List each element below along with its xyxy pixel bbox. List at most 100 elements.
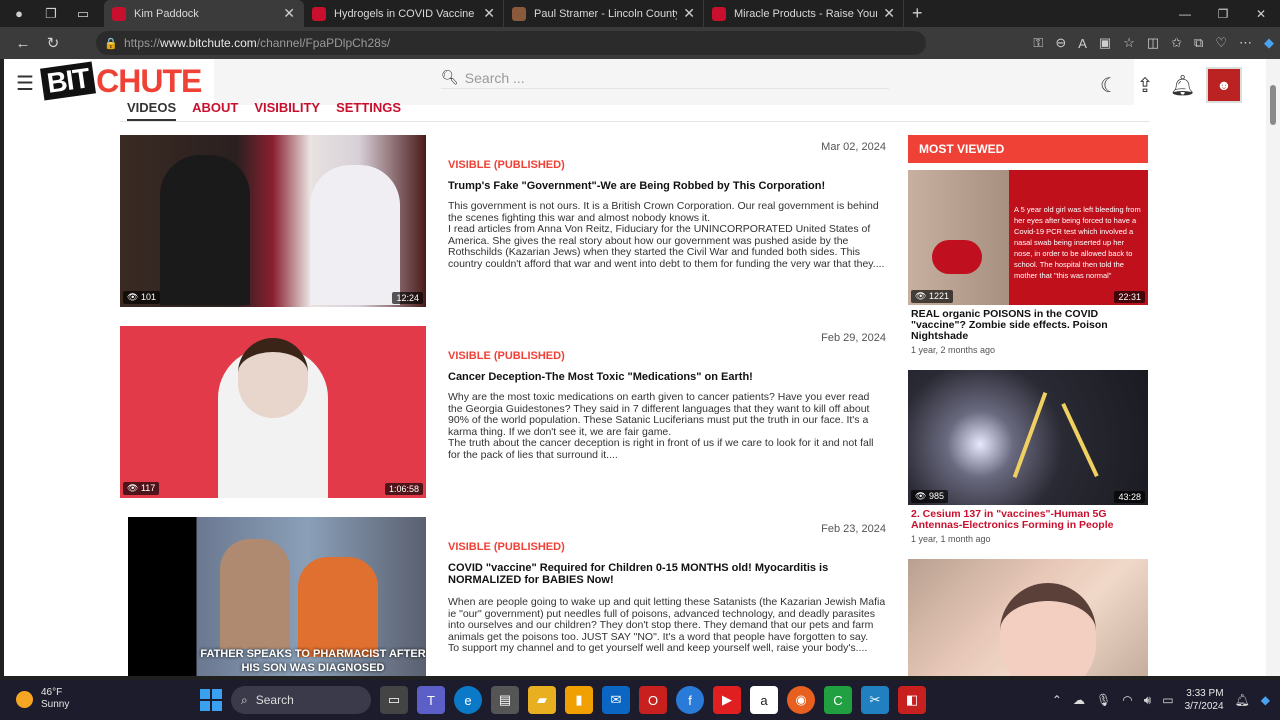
browser-toolbar: ⚿ ⊖ A ▣ ☆ ◫ ✩ ⧉ ♡ ⋯ ◆ <box>1033 27 1274 59</box>
sidebar-thumbnail[interactable]: A 5 year old girl was left bleeding from… <box>908 170 1148 305</box>
menu-icon[interactable]: ☰ <box>16 71 34 96</box>
tab-actions-icon[interactable]: ▭ <box>74 5 92 23</box>
key-icon[interactable]: ⚿ <box>1033 35 1043 51</box>
sidebar-video-title[interactable]: 2. Cesium 137 in "vaccines"-Human 5G Ant… <box>908 509 1148 531</box>
taskbar-search[interactable]: ⌕ Search <box>231 686 371 714</box>
taskbar-search-label: Search <box>255 693 294 707</box>
video-date: Feb 29, 2024 <box>821 332 886 344</box>
camtasia-icon[interactable]: C <box>824 686 852 714</box>
visibility-status[interactable]: VISIBLE (PUBLISHED) <box>448 350 565 362</box>
video-thumbnail[interactable]: 👁 101 12:24 <box>120 135 426 307</box>
microphone-icon[interactable]: 🎙︎ <box>1096 693 1111 707</box>
search-icon[interactable]: 🔍︎ <box>441 69 459 86</box>
site-favicon-icon <box>712 6 726 21</box>
workspaces-icon[interactable]: ❐ <box>42 5 60 23</box>
browser-tab-1[interactable]: Hydrogels in COVID Vaccine as P ✕ <box>304 0 504 27</box>
video-thumbnail[interactable]: 👁 117 1:06:58 <box>120 326 426 498</box>
app-available-icon[interactable]: ▣ <box>1099 35 1111 51</box>
edge-icon[interactable]: e <box>454 686 482 714</box>
tab-settings[interactable]: SETTINGS <box>336 100 401 121</box>
lock-icon[interactable]: 🔒 <box>104 37 118 50</box>
close-tab-icon[interactable]: ✕ <box>883 5 895 22</box>
split-screen-icon[interactable]: ◫ <box>1147 35 1159 51</box>
zoom-icon[interactable]: ⊖ <box>1055 35 1066 51</box>
firefox-icon[interactable]: ◉ <box>787 686 815 714</box>
browser-tab-2[interactable]: Paul Stramer - Lincoln County W ✕ <box>504 0 704 27</box>
tab-videos[interactable]: VIDEOS <box>127 100 177 121</box>
notifications-bell-icon[interactable]: 🔔︎ <box>1170 73 1195 98</box>
video-thumbnail[interactable]: FATHER SPEAKS TO PHARMACIST AFTER HIS SO… <box>128 517 426 676</box>
system-tray: ⌃ ☁ 🎙︎ ◠ 🔊︎ ▭ 3:33 PM 3/7/2024 🔔︎ ◆ <box>1052 680 1270 720</box>
weather-temp: 46°F <box>41 687 63 698</box>
video-title[interactable]: Trump's Fake "Government"-We are Being R… <box>448 180 886 192</box>
dark-mode-moon-icon[interactable]: ☾ <box>1098 73 1120 98</box>
minimize-icon[interactable]: — <box>1166 0 1204 27</box>
thumb-figure <box>298 557 378 657</box>
facebook-icon[interactable]: f <box>676 686 704 714</box>
weather-widget[interactable]: 46°F Sunny <box>16 687 69 711</box>
start-windows-icon[interactable] <box>200 689 222 711</box>
teams-icon[interactable]: T <box>417 686 445 714</box>
header-actions: ☾ ⇪ 🔔︎ ☻ <box>1098 67 1242 103</box>
close-tab-icon[interactable]: ✕ <box>683 5 695 22</box>
close-tab-icon[interactable]: ✕ <box>283 5 295 22</box>
store-icon[interactable]: ▤ <box>491 686 519 714</box>
close-tab-icon[interactable]: ✕ <box>483 5 495 22</box>
file-explorer-icon[interactable]: ▰ <box>528 686 556 714</box>
favorite-star-icon[interactable]: ☆ <box>1123 35 1135 51</box>
tab-visibility[interactable]: VISIBILITY <box>254 100 320 121</box>
upload-icon[interactable]: ⇪ <box>1134 73 1156 98</box>
visibility-status[interactable]: VISIBLE (PUBLISHED) <box>448 159 565 171</box>
read-aloud-icon[interactable]: A <box>1078 36 1087 51</box>
video-title[interactable]: COVID "vaccine" Required for Children 0-… <box>448 562 886 586</box>
scrollbar-thumb[interactable] <box>1270 85 1276 125</box>
tab-about[interactable]: ABOUT <box>192 100 238 121</box>
sidebar-thumbnail[interactable]: 👁 985 43:28 <box>908 370 1148 505</box>
sidebar-video-title[interactable]: REAL organic POISONS in the COVID "vacci… <box>908 309 1148 342</box>
sidebar-video-card[interactable]: 👁 985 43:28 2. Cesium 137 in "vaccines"-… <box>908 370 1148 544</box>
copilot-icon[interactable]: ◆ <box>1264 35 1274 51</box>
browser-tab-3[interactable]: Miracle Products - Raise Your Bo ✕ <box>704 0 904 27</box>
wifi-icon[interactable]: ◠ <box>1122 693 1132 707</box>
browser-tab-0[interactable]: Kim Paddock ✕ <box>104 0 304 27</box>
url-field[interactable]: 🔒 https://www.bitchute.com/channel/FpaPD… <box>96 31 926 55</box>
search-input[interactable] <box>464 69 865 86</box>
avatar[interactable]: ☻ <box>1206 67 1242 103</box>
snipping-tool-icon[interactable]: ✂ <box>861 686 889 714</box>
favorites-icon[interactable]: ✩ <box>1171 35 1182 51</box>
volume-icon[interactable]: 🔊︎ <box>1144 693 1152 708</box>
collections-icon[interactable]: ⧉ <box>1194 35 1203 51</box>
close-window-icon[interactable]: ✕ <box>1242 0 1280 27</box>
new-tab-icon[interactable]: + <box>912 3 923 24</box>
battery-icon[interactable]: ▭ <box>1162 693 1173 707</box>
youtube-icon[interactable]: ▶ <box>713 686 741 714</box>
sidebar-thumbnail[interactable] <box>908 559 1148 676</box>
restore-icon[interactable]: ❐ <box>1204 0 1242 27</box>
browser-essentials-icon[interactable]: ♡ <box>1215 35 1227 51</box>
show-hidden-icons-icon[interactable]: ⌃ <box>1052 693 1062 707</box>
more-menu-icon[interactable]: ⋯ <box>1239 35 1252 51</box>
sidebar-video-age: 1 year, 1 month ago <box>911 534 991 544</box>
reload-icon[interactable]: ↻ <box>38 34 68 52</box>
mail-icon[interactable]: ✉ <box>602 686 630 714</box>
back-icon[interactable]: ← <box>8 35 38 52</box>
notification-bell-icon[interactable]: 🔔︎ <box>1235 693 1250 707</box>
profile-icon[interactable]: ● <box>10 5 28 23</box>
window-controls: — ❐ ✕ <box>1166 0 1280 27</box>
sidebar-video-card[interactable]: A 5 year old girl was left bleeding from… <box>908 170 1148 355</box>
taskbar-clock[interactable]: 3:33 PM 3/7/2024 <box>1185 687 1224 713</box>
page-scrollbar[interactable] <box>1266 59 1280 676</box>
task-view-icon[interactable]: ▭ <box>380 686 408 714</box>
app-icon[interactable]: ◧ <box>898 686 926 714</box>
most-viewed-sidebar: MOST VIEWED A 5 year old girl was left b… <box>908 135 1148 676</box>
visibility-status[interactable]: VISIBLE (PUBLISHED) <box>448 541 565 553</box>
office-icon[interactable]: O <box>639 686 667 714</box>
copilot-icon[interactable]: ◆ <box>1261 693 1270 707</box>
onedrive-icon[interactable]: ☁ <box>1073 693 1085 707</box>
sticky-notes-icon[interactable]: ▮ <box>565 686 593 714</box>
sidebar-video-card[interactable] <box>908 559 1148 676</box>
bitchute-logo[interactable]: BIT CHUTE <box>40 61 202 101</box>
amazon-icon[interactable]: a <box>750 686 778 714</box>
view-count: 👁 101 <box>123 291 160 304</box>
video-title[interactable]: Cancer Deception-The Most Toxic "Medicat… <box>448 371 886 383</box>
